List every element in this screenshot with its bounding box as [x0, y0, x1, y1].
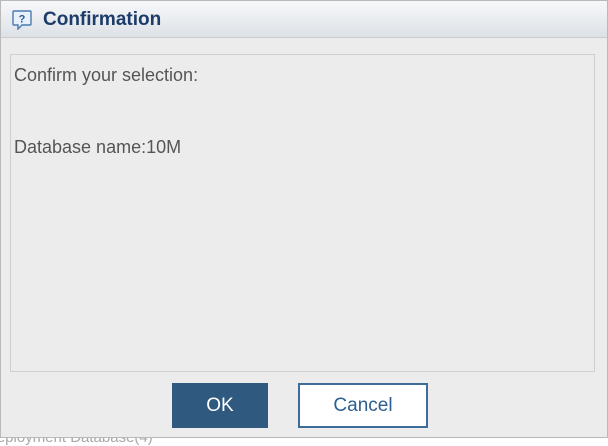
confirm-message: Confirm your selection:: [14, 65, 199, 85]
dialog-content-panel: Confirm your selection: Database name:10…: [10, 54, 595, 372]
svg-text:?: ?: [19, 14, 26, 26]
dialog-title: Confirmation: [43, 9, 162, 30]
confirmation-dialog: ? Confirmation Confirm your selection: D…: [0, 0, 608, 438]
database-name-text: Database name:10M: [14, 137, 182, 157]
ok-button[interactable]: OK: [172, 383, 268, 428]
help-question-icon: ?: [12, 10, 32, 31]
cancel-button[interactable]: Cancel: [298, 383, 428, 428]
dialog-titlebar: ? Confirmation: [1, 1, 607, 38]
